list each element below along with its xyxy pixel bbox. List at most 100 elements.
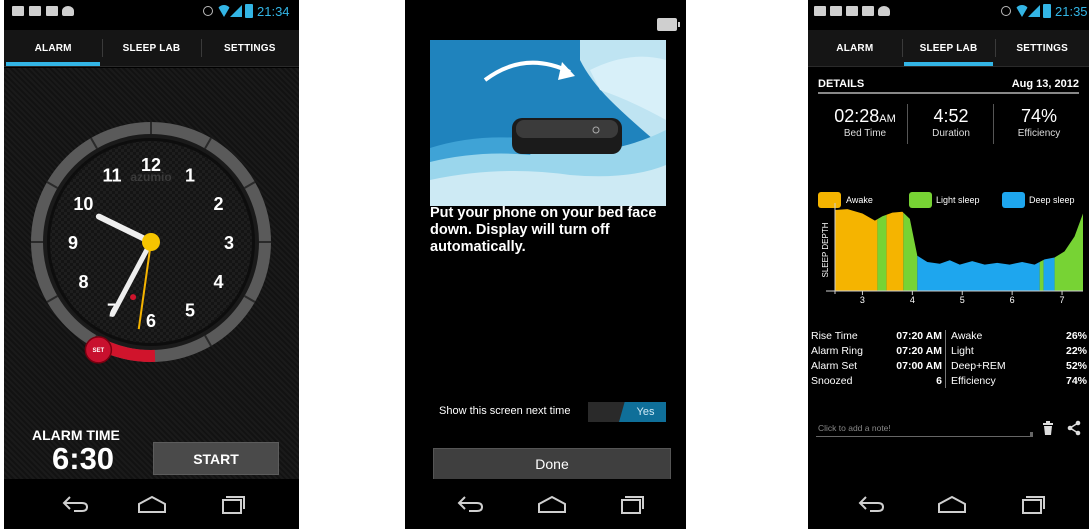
x-tick-label: 6 xyxy=(1010,295,1015,305)
details-title: DETAILS xyxy=(818,78,865,90)
clock-number: 8 xyxy=(78,272,88,292)
clock-number: 5 xyxy=(185,301,195,321)
clock-number: 11 xyxy=(102,165,121,185)
start-button[interactable]: START xyxy=(153,442,279,475)
x-tick-label: 4 xyxy=(910,295,915,305)
instruction-message: Put your phone on your bed face down. Di… xyxy=(430,205,657,255)
gmail-icon xyxy=(29,6,41,16)
clock-number: 12 xyxy=(141,155,161,175)
recent-apps-icon[interactable] xyxy=(220,493,246,515)
tab-alarm[interactable]: ALARM xyxy=(808,30,902,66)
nav-bar xyxy=(808,479,1089,529)
summary-divider xyxy=(945,330,946,388)
tab-bar: ALARM SLEEP LAB SETTINGS xyxy=(4,30,299,67)
stat-label: Bed Time xyxy=(843,128,887,139)
tab-bar: ALARM SLEEP LAB SETTINGS xyxy=(808,30,1089,67)
sleep-band-light-sleep xyxy=(1054,209,1083,291)
wifi-icon xyxy=(1015,5,1029,17)
x-tick-label: 5 xyxy=(960,295,965,305)
tab-settings[interactable]: SETTINGS xyxy=(995,30,1089,66)
set-label: SET xyxy=(93,348,105,354)
nav-bar xyxy=(405,479,686,529)
back-icon[interactable] xyxy=(455,493,485,515)
sleep-band-light-sleep xyxy=(903,209,918,291)
tab-alarm[interactable]: ALARM xyxy=(4,30,102,66)
home-icon[interactable] xyxy=(936,495,968,513)
note-input-corner xyxy=(1030,432,1033,437)
notification-icon xyxy=(62,6,74,16)
wifi-icon xyxy=(217,5,231,17)
stat-divider xyxy=(907,104,908,144)
share-icon[interactable] xyxy=(1067,420,1081,436)
summary-label: Awake xyxy=(951,330,983,342)
rotation-lock-icon xyxy=(1001,6,1011,16)
status-time: 21:34 xyxy=(257,4,290,19)
summary-value: 52% xyxy=(1065,360,1087,372)
stat-duration: 4:52 Duration xyxy=(916,106,986,139)
hand-pivot xyxy=(142,233,160,251)
summary-label: Efficiency xyxy=(951,375,996,387)
sleep-band-deep-sleep xyxy=(1043,209,1055,291)
stat-label: Efficiency xyxy=(1017,128,1061,139)
summary-value: 07:20 AM xyxy=(896,345,942,357)
x-tick-label: 3 xyxy=(860,295,865,305)
stat-value: 74% xyxy=(1020,106,1058,126)
done-button[interactable]: Done xyxy=(433,448,671,480)
summary-label: Deep+REM xyxy=(951,360,1006,372)
sleep-band-light-sleep xyxy=(1039,209,1044,291)
y-axis-label: SLEEP DEPTH xyxy=(821,222,830,277)
sleep-depth-chart: 3 4 5 6 7 SLEEP DEPTH xyxy=(821,203,1083,305)
summary-label: Alarm Set xyxy=(811,360,858,372)
tab-sleep-lab[interactable]: SLEEP LAB xyxy=(102,30,200,66)
alarm-clock-dial[interactable]: azumio 121234567891011 SET xyxy=(4,68,299,408)
instruction-screen: Put your phone on your bed face down. Di… xyxy=(405,0,686,529)
tab-settings[interactable]: SETTINGS xyxy=(200,30,299,66)
home-icon[interactable] xyxy=(536,495,568,513)
battery-icon xyxy=(657,18,680,31)
gmail-icon xyxy=(12,6,24,16)
stat-label: Duration xyxy=(932,128,970,139)
clock-number: 2 xyxy=(214,194,224,214)
sleep-band-awake xyxy=(835,209,878,291)
alarm-time-value: 6:30 xyxy=(52,441,115,476)
sleep-band-awake xyxy=(886,209,904,291)
clock-number: 10 xyxy=(73,194,93,214)
tab-sleep-lab[interactable]: SLEEP LAB xyxy=(901,30,996,66)
sleep-lab-screen: 21:35 ALARM SLEEP LAB SETTINGS DETAILS A… xyxy=(808,0,1089,529)
stat-value: 4:52 xyxy=(933,106,969,126)
image-icon xyxy=(46,6,58,16)
rotation-lock-icon xyxy=(203,6,213,16)
back-icon[interactable] xyxy=(60,493,90,515)
home-icon[interactable] xyxy=(136,495,168,513)
nav-bar xyxy=(4,479,299,529)
summary-value: 6 xyxy=(936,375,942,387)
show-screen-toggle[interactable]: Yes xyxy=(588,402,666,422)
summary-label: Alarm Ring xyxy=(811,345,863,357)
details-header: DETAILS Aug 13, 2012 xyxy=(818,78,1079,94)
summary-value: 26% xyxy=(1065,330,1087,342)
trash-icon[interactable] xyxy=(1043,421,1053,435)
signal-icon xyxy=(1028,5,1040,17)
summary-value: 74% xyxy=(1065,375,1087,387)
back-icon[interactable] xyxy=(856,493,886,515)
alarm-screen: 21:34 ALARM SLEEP LAB SETTINGS azumio 12… xyxy=(4,0,299,529)
sleep-band-light-sleep xyxy=(877,209,887,291)
phone-on-bed-illustration xyxy=(430,40,666,206)
gmail-icon xyxy=(846,6,858,16)
status-bar: 21:34 xyxy=(4,0,299,22)
gmail-icon xyxy=(830,6,842,16)
toggle-yes-label: Yes xyxy=(619,402,666,422)
summary-label: Light xyxy=(951,345,974,357)
set-alarm-knob[interactable]: SET xyxy=(84,336,113,364)
stat-divider xyxy=(993,104,994,144)
summary-value: 07:20 AM xyxy=(896,330,942,342)
note-input[interactable]: Click to add a note! xyxy=(816,417,1032,437)
stat-bed-time: 02:28AM Bed Time xyxy=(830,106,900,139)
x-tick-label: 7 xyxy=(1060,295,1065,305)
summary-value: 22% xyxy=(1065,345,1087,357)
stat-efficiency: 74% Efficiency xyxy=(1002,106,1076,139)
recent-apps-icon[interactable] xyxy=(619,493,645,515)
recent-apps-icon[interactable] xyxy=(1020,493,1046,515)
clock-number: 3 xyxy=(224,233,234,253)
image-icon xyxy=(862,6,874,16)
